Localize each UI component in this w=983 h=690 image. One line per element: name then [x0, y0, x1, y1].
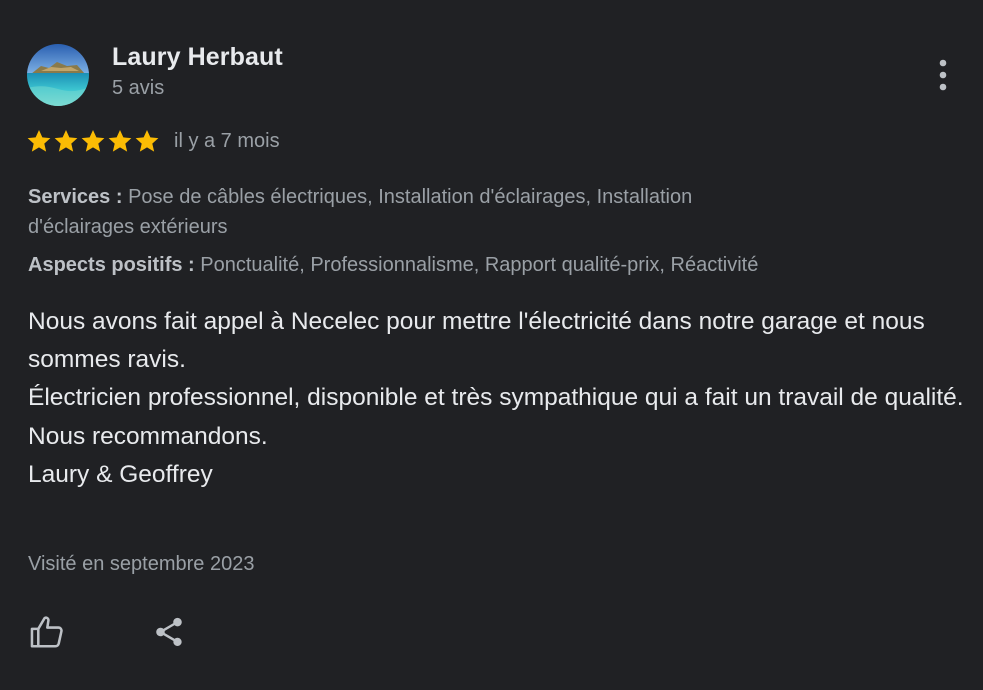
star-filled-icon	[81, 129, 105, 152]
review-date: il y a 7 mois	[174, 129, 280, 152]
positive-aspects-value: Ponctualité, Professionnalisme, Rapport …	[200, 254, 759, 276]
star-filled-icon	[54, 129, 78, 152]
more-vert-icon	[939, 59, 947, 91]
visit-date: Visité en septembre 2023	[28, 553, 255, 575]
star-filled-icon	[135, 129, 159, 152]
rating-row: il y a 7 mois	[26, 127, 280, 155]
services-value: Pose de câbles électriques, Installation…	[28, 186, 693, 238]
positive-aspects-attribute: Aspects positifs : Ponctualité, Professi…	[28, 250, 928, 280]
more-options-button[interactable]	[924, 54, 962, 96]
star-rating	[26, 128, 160, 154]
star-filled-icon	[27, 129, 51, 152]
services-label: Services :	[28, 186, 123, 208]
review-count[interactable]: 5 avis	[112, 77, 164, 100]
review-line: Nous recommandons.	[28, 422, 268, 450]
review-text: Nous avons fait appel à Necelec pour met…	[28, 303, 968, 494]
review-card: Laury Herbaut 5 avis il y a 7 mois Servi…	[0, 0, 983, 690]
review-line: Laury & Geoffrey	[28, 460, 213, 488]
positive-aspects-label: Aspects positifs :	[28, 254, 195, 276]
thumbs-up-icon	[30, 616, 63, 648]
share-icon	[156, 617, 182, 647]
review-line: Nous avons fait appel à Necelec pour met…	[28, 308, 925, 374]
reviewer-avatar[interactable]	[27, 44, 89, 106]
services-attribute: Services : Pose de câbles électriques, I…	[28, 182, 708, 242]
reviewer-name[interactable]: Laury Herbaut	[112, 43, 283, 72]
like-button[interactable]	[25, 610, 69, 654]
share-button[interactable]	[147, 610, 191, 654]
star-filled-icon	[108, 129, 132, 152]
review-line: Électricien professionnel, disponible et…	[28, 384, 964, 412]
